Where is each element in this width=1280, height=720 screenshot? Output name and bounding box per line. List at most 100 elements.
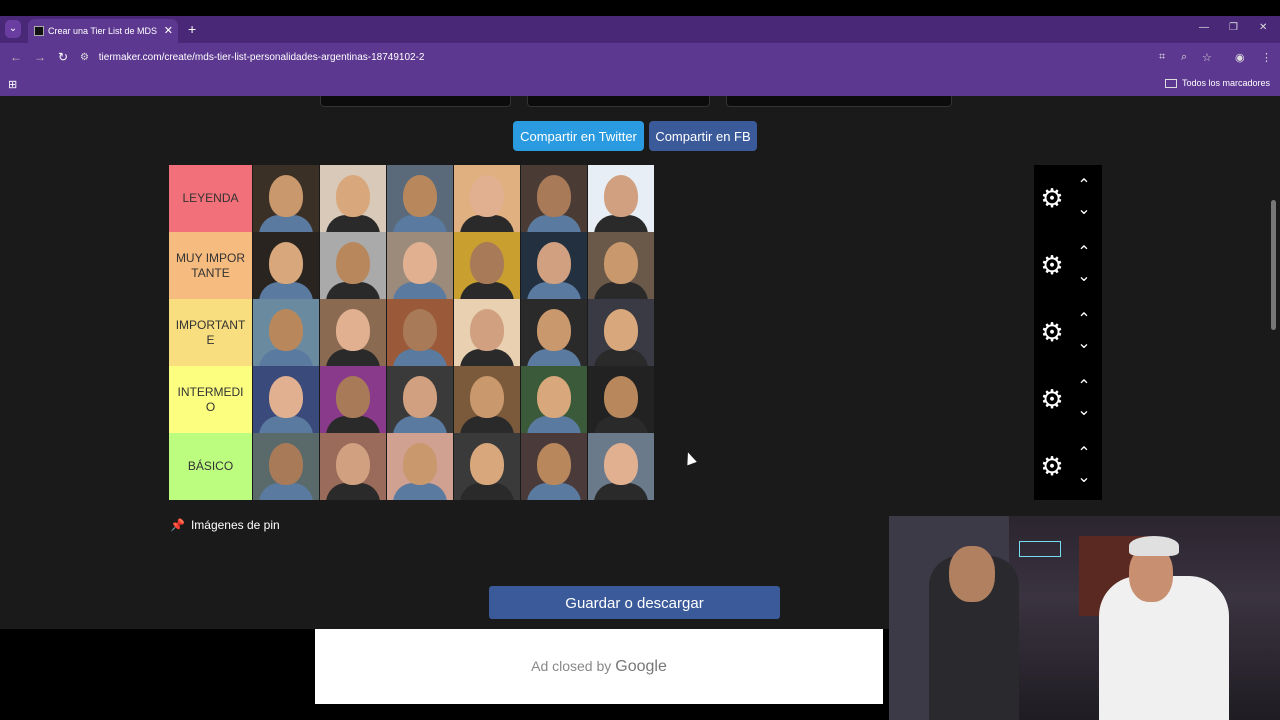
top-strip [0,0,1280,16]
portrait-face [336,443,370,485]
tier-label[interactable]: BÁSICO [169,433,252,500]
share-fb-button[interactable]: Compartir en FB [649,121,757,151]
tier-item-image[interactable] [387,165,453,232]
portrait-body [527,349,581,366]
tier-items[interactable] [253,165,1034,232]
tier-item-image[interactable] [320,299,386,366]
bookmark-star-icon[interactable]: ☆ [1202,51,1212,64]
apps-grid-icon[interactable]: ⊞ [8,78,17,91]
tier-controls: ⚙ ⌃ ⌄ [1034,433,1102,500]
portrait-face [403,242,437,284]
top-banner-box [527,96,710,107]
tier-item-image[interactable] [521,299,587,366]
all-bookmarks-label: Todos los marcadores [1181,78,1270,88]
close-window-icon[interactable]: ✕ [1259,22,1267,33]
portrait-body [326,483,380,500]
portrait-body [594,282,648,299]
restore-icon[interactable]: ❐ [1229,22,1238,33]
tier-label[interactable]: IMPORTANTE [169,299,252,366]
portrait-face [403,376,437,418]
tier-item-image[interactable] [588,366,654,433]
tier-item-image[interactable] [253,299,319,366]
tier-item-image[interactable] [387,366,453,433]
minimize-icon[interactable]: — [1199,22,1209,33]
zoom-icon[interactable]: ⌕ [1181,51,1187,64]
tier-item-image[interactable] [588,433,654,500]
tier-item-image[interactable] [320,165,386,232]
move-down-icon[interactable]: ⌄ [1076,202,1092,218]
settings-gear-icon[interactable]: ⚙ [1039,185,1065,211]
tier-item-image[interactable] [387,433,453,500]
portrait-body [259,215,313,232]
tier-item-image[interactable] [320,366,386,433]
tier-items[interactable] [253,232,1034,299]
tier-item-image[interactable] [521,232,587,299]
move-down-icon[interactable]: ⌄ [1076,336,1092,352]
share-twitter-button[interactable]: Compartir en Twitter [513,121,644,151]
tier-item-image[interactable] [521,433,587,500]
tier-item-image[interactable] [588,165,654,232]
browser-tab[interactable]: Crear una Tier List de MDS Pers ✕ [28,19,178,43]
move-down-icon[interactable]: ⌄ [1076,269,1092,285]
top-banner-box [726,96,952,107]
move-down-icon[interactable]: ⌄ [1076,470,1092,486]
all-bookmarks-folder[interactable]: Todos los marcadores [1164,78,1270,89]
tab-close-icon[interactable]: ✕ [164,24,173,37]
settings-gear-icon[interactable]: ⚙ [1039,386,1065,412]
tier-item-image[interactable] [454,433,520,500]
tier-item-image[interactable] [253,366,319,433]
move-up-icon[interactable]: ⌃ [1076,178,1092,194]
portrait-body [527,416,581,433]
back-icon[interactable]: ← [10,50,22,64]
tier-items[interactable] [253,433,1034,500]
portrait-body [393,282,447,299]
move-down-icon[interactable]: ⌄ [1076,403,1092,419]
new-tab-icon[interactable]: + [188,21,196,37]
forward-icon[interactable]: → [34,50,46,64]
pin-images-toggle[interactable]: 📌 Imágenes de pin [170,518,280,532]
portrait-body [460,282,514,299]
tier-item-image[interactable] [454,366,520,433]
tier-item-image[interactable] [454,165,520,232]
reload-icon[interactable]: ↻ [58,50,68,64]
move-up-icon[interactable]: ⌃ [1076,446,1092,462]
site-info-icon[interactable]: ⚙ [80,47,90,68]
portrait-face [336,175,370,217]
tier-item-image[interactable] [588,299,654,366]
tier-label[interactable]: MUY IMPORTANTE [169,232,252,299]
move-up-icon[interactable]: ⌃ [1076,245,1092,261]
google-logo: Google [615,657,667,675]
tier-item-image[interactable] [253,165,319,232]
settings-gear-icon[interactable]: ⚙ [1039,453,1065,479]
portrait-face [537,443,571,485]
move-up-icon[interactable]: ⌃ [1076,379,1092,395]
move-up-icon[interactable]: ⌃ [1076,312,1092,328]
tier-item-image[interactable] [588,232,654,299]
tier-item-image[interactable] [253,433,319,500]
tier-item-image[interactable] [253,232,319,299]
profile-avatar-icon[interactable]: ◉ [1235,51,1245,64]
tier-items[interactable] [253,299,1034,366]
tier-label[interactable]: LEYENDA [169,165,252,232]
settings-gear-icon[interactable]: ⚙ [1039,252,1065,278]
tier-item-image[interactable] [320,433,386,500]
tab-search-dropdown-icon[interactable]: ⌄ [5,20,21,38]
save-download-button[interactable]: Guardar o descargar [489,586,780,619]
translate-icon[interactable]: ⌗ [1159,51,1165,64]
tier-item-image[interactable] [387,299,453,366]
page-scrollbar[interactable] [1271,200,1276,330]
portrait-body [594,349,648,366]
menu-icon[interactable]: ⋮ [1261,51,1272,64]
portrait-face [604,242,638,284]
tier-item-image[interactable] [454,232,520,299]
tier-item-image[interactable] [454,299,520,366]
tier-item-image[interactable] [521,366,587,433]
url-field[interactable]: ⚙ tiermaker.com/create/mds-tier-list-per… [80,47,1180,68]
webcam-overlay [889,516,1280,720]
tier-items[interactable] [253,366,1034,433]
tier-item-image[interactable] [387,232,453,299]
tier-item-image[interactable] [320,232,386,299]
tier-item-image[interactable] [521,165,587,232]
settings-gear-icon[interactable]: ⚙ [1039,319,1065,345]
tier-label[interactable]: INTERMEDIO [169,366,252,433]
